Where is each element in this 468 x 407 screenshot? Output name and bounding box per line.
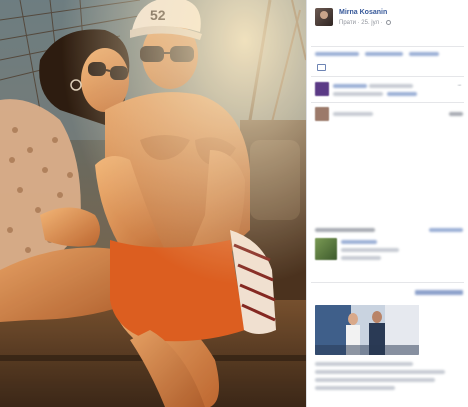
suggestion-subtitle [341,248,399,252]
post-header: Mirna Kosanin Прати · 25. јул · [315,8,465,34]
ad-text [315,362,413,366]
section-heading [315,228,375,232]
see-more-link[interactable] [415,290,463,295]
post-meta-text: Прати · 25. јул · [339,20,383,27]
photo-image: 52 [0,0,306,407]
ad-photo-image [315,305,419,355]
comment-text [369,84,413,88]
share-link[interactable] [409,52,439,56]
globe-icon [386,20,392,25]
comment-actions[interactable] [387,92,417,96]
suggestion-thumbnail[interactable] [315,238,337,260]
more-options-icon[interactable]: ··· [457,82,462,89]
section-link[interactable] [429,228,463,232]
comment-author[interactable] [333,84,367,88]
like-link[interactable] [315,52,359,56]
divider [311,282,464,283]
ad-text [315,386,395,390]
post-meta: Прати · 25. јул · [339,20,392,27]
divider [311,76,464,77]
comment-text [333,92,383,96]
comment-link[interactable] [365,52,403,56]
ad-image[interactable] [315,305,419,355]
avatar[interactable] [315,8,333,26]
comment-input[interactable] [333,112,373,116]
like-icon[interactable] [317,64,326,71]
current-user-avatar [315,107,329,121]
divider [311,46,464,47]
suggestion-subtitle [341,256,381,260]
camera-icon[interactable] [449,112,463,116]
commenter-avatar[interactable] [315,82,329,96]
author-name[interactable]: Mirna Kosanin [339,9,387,16]
ad-text [315,370,445,374]
post-sidebar: Mirna Kosanin Прати · 25. јул · ··· [306,0,468,407]
post-photo[interactable]: 52 [0,0,306,407]
suggestion-title[interactable] [341,240,377,244]
ad-text [315,378,435,382]
divider [311,102,464,103]
